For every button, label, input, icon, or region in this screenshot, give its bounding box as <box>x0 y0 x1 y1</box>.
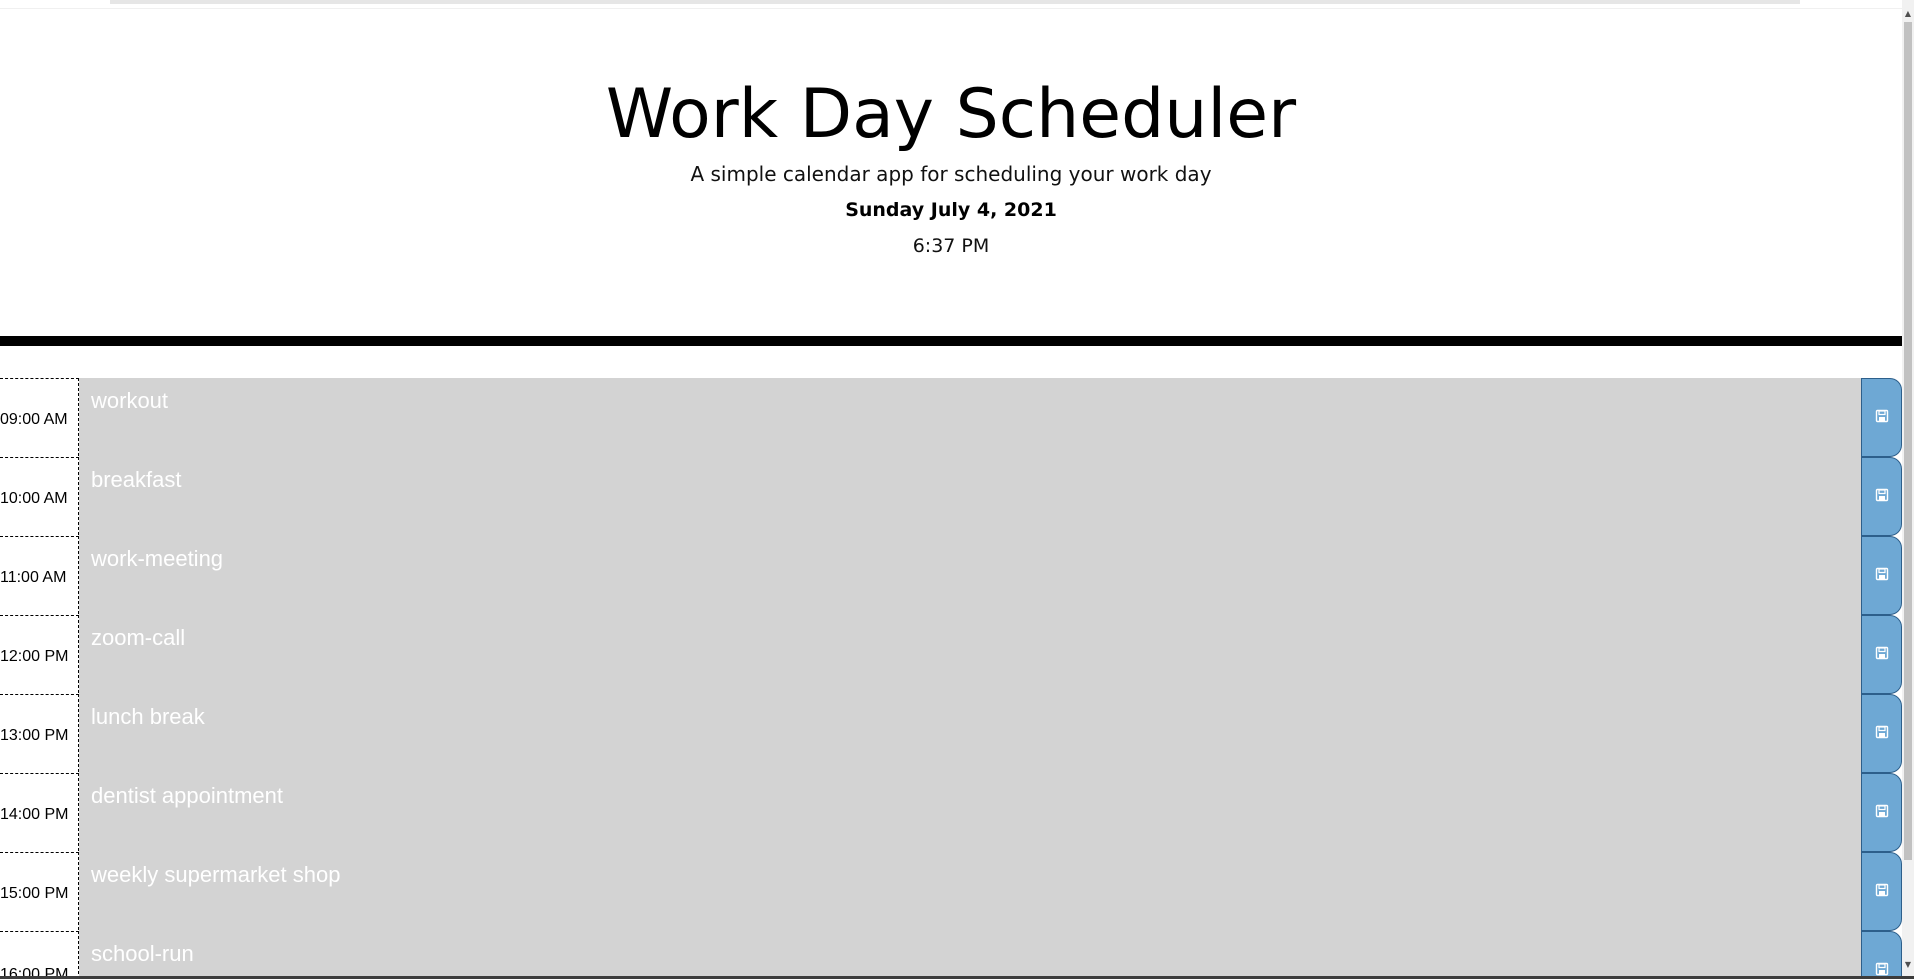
page-subtitle: A simple calendar app for scheduling you… <box>690 162 1212 186</box>
event-description-input[interactable]: school-run <box>79 931 1861 979</box>
scroll-down-arrow-icon[interactable]: ▼ <box>1902 959 1914 971</box>
event-description-input[interactable]: breakfast <box>79 457 1861 536</box>
hour-label: 10:00 AM <box>0 457 79 535</box>
save-button[interactable] <box>1861 457 1902 536</box>
save-button[interactable] <box>1861 852 1902 931</box>
header-divider <box>0 336 1902 346</box>
page-title: Work Day Scheduler <box>605 75 1297 154</box>
header: Work Day Scheduler A simple calendar app… <box>0 9 1902 336</box>
hour-label: 09:00 AM <box>0 378 79 456</box>
save-button[interactable] <box>1861 694 1902 773</box>
time-block-row: 15:00 PM weekly supermarket shop <box>0 852 1902 931</box>
time-block-row: 09:00 AM workout <box>0 378 1902 457</box>
schedule-container: 09:00 AM workout 10:00 AM breakfast 11:0… <box>0 378 1902 979</box>
floppy-disk-icon <box>1875 487 1889 506</box>
floppy-disk-icon <box>1875 803 1889 822</box>
event-description-input[interactable]: dentist appointment <box>79 773 1861 852</box>
hour-label: 13:00 PM <box>0 694 79 772</box>
time-block-row: 14:00 PM dentist appointment <box>0 773 1902 852</box>
current-day: Sunday July 4, 2021 <box>845 199 1057 221</box>
floppy-disk-icon <box>1875 882 1889 901</box>
floppy-disk-icon <box>1875 724 1889 743</box>
scroll-up-arrow-icon[interactable]: ▲ <box>1902 8 1914 20</box>
time-block-row: 16:00 PM school-run <box>0 931 1902 979</box>
save-button[interactable] <box>1861 773 1902 852</box>
save-button[interactable] <box>1861 378 1902 457</box>
floppy-disk-icon <box>1875 566 1889 585</box>
event-description-input[interactable]: work-meeting <box>79 536 1861 615</box>
hour-label: 16:00 PM <box>0 931 79 979</box>
current-time: 6:37 PM <box>912 235 990 257</box>
floppy-disk-icon <box>1875 645 1889 664</box>
event-description-input[interactable]: zoom-call <box>79 615 1861 694</box>
hour-label: 15:00 PM <box>0 852 79 930</box>
time-block-row: 11:00 AM work-meeting <box>0 536 1902 615</box>
scrollbar-thumb[interactable] <box>1904 22 1912 860</box>
time-block-row: 12:00 PM zoom-call <box>0 615 1902 694</box>
save-button[interactable] <box>1861 536 1902 615</box>
hour-label: 14:00 PM <box>0 773 79 851</box>
event-description-input[interactable]: workout <box>79 378 1861 457</box>
time-block-row: 10:00 AM breakfast <box>0 457 1902 536</box>
save-button[interactable] <box>1861 931 1902 979</box>
event-description-input[interactable]: lunch break <box>79 694 1861 773</box>
event-description-input[interactable]: weekly supermarket shop <box>79 852 1861 931</box>
browser-top-edge <box>110 0 1800 4</box>
floppy-disk-icon <box>1875 408 1889 427</box>
save-button[interactable] <box>1861 615 1902 694</box>
time-block-row: 13:00 PM lunch break <box>0 694 1902 773</box>
hour-label: 11:00 AM <box>0 536 79 614</box>
hour-label: 12:00 PM <box>0 615 79 693</box>
page: Work Day Scheduler A simple calendar app… <box>0 0 1914 979</box>
